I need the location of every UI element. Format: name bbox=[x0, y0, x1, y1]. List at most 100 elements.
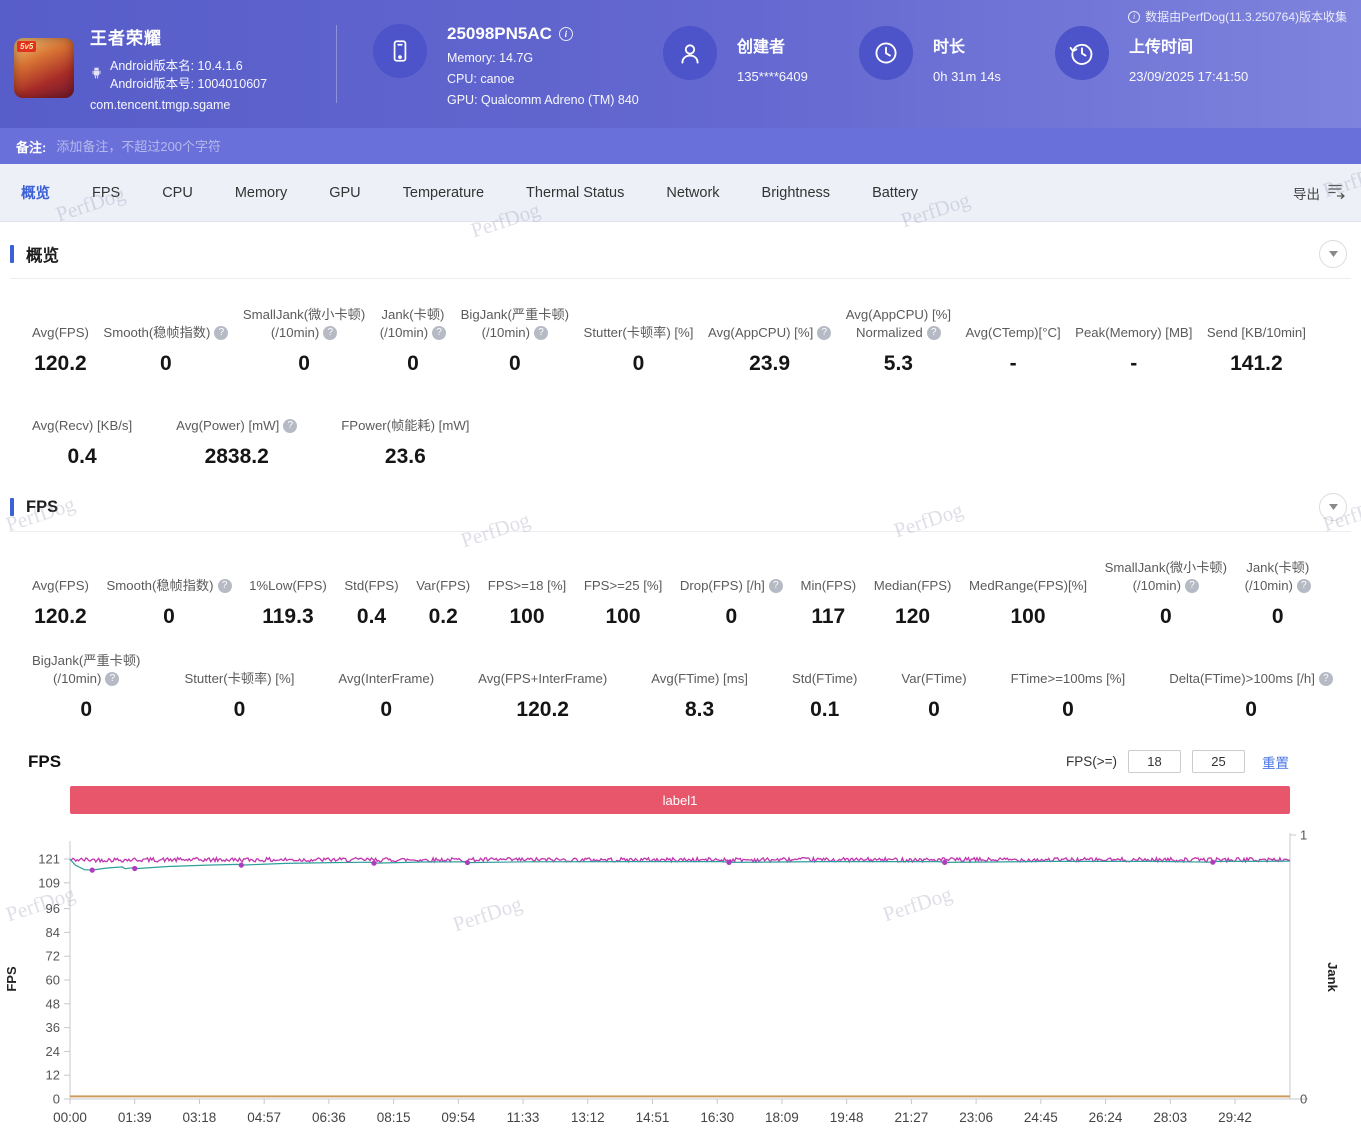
stat-value: 0 bbox=[298, 352, 310, 375]
stat-label: (/10min) bbox=[53, 671, 102, 686]
tab-thermal-status[interactable]: Thermal Status bbox=[505, 185, 645, 201]
fps-stat: Drop(FPS) [/h] 0 bbox=[680, 558, 783, 629]
phone-icon bbox=[373, 24, 427, 78]
fps-section-title: FPS bbox=[26, 497, 59, 516]
fps-threshold-low-input[interactable] bbox=[1128, 750, 1181, 773]
overview-stat: Stutter(卡顿率) [%] 0 bbox=[584, 305, 694, 376]
clock-icon bbox=[859, 26, 913, 80]
overview-stat: Smooth(稳帧指数) 0 bbox=[103, 305, 229, 376]
stat-label: Normalized bbox=[856, 325, 923, 340]
stat-value: 0 bbox=[80, 698, 93, 721]
help-icon[interactable] bbox=[768, 579, 783, 593]
fps-stats-row-2: BigJank(严重卡顿)(/10min)0Stutter(卡顿率) [%]0A… bbox=[0, 651, 1361, 734]
header: 5v5 王者荣耀 Android版本名: 10.4.1.6 Android版本号… bbox=[0, 0, 1361, 128]
fps-stat: FPS>=18 [%] 100 bbox=[488, 558, 566, 629]
svg-text:60: 60 bbox=[46, 972, 60, 987]
fps-chart-title: FPS bbox=[28, 751, 62, 771]
overview-collapse-button[interactable] bbox=[1319, 240, 1347, 268]
duration-label: 时长 bbox=[933, 39, 966, 56]
stat-value: 0 bbox=[725, 605, 738, 628]
tab-gpu[interactable]: GPU bbox=[308, 185, 381, 201]
creator-label: 创建者 bbox=[737, 39, 786, 56]
app-icon: 5v5 bbox=[14, 38, 74, 98]
help-icon[interactable] bbox=[1184, 579, 1199, 593]
fps-stat: Std(FTime) 0.1 bbox=[792, 651, 857, 722]
stat-label: Avg(Recv) [KB/s] bbox=[32, 418, 133, 433]
fps-stat: Avg(FPS+InterFrame) 120.2 bbox=[478, 651, 607, 722]
tab-memory[interactable]: Memory bbox=[214, 185, 308, 201]
help-icon[interactable] bbox=[214, 326, 229, 340]
svg-text:18:09: 18:09 bbox=[765, 1110, 799, 1125]
svg-text:16:30: 16:30 bbox=[700, 1110, 734, 1125]
stat-label: SmallJank(微小卡顿) bbox=[1104, 560, 1227, 575]
reset-link[interactable]: 重置 bbox=[1262, 752, 1289, 772]
svg-text:04:57: 04:57 bbox=[247, 1110, 281, 1125]
creator-block: 创建者 135****6409 bbox=[663, 0, 859, 84]
svg-text:1: 1 bbox=[1300, 828, 1307, 843]
fps-chart[interactable]: 0 12 24 36 48 60 72 84 96 109 121 0 1 00:00 01:39 03:18… bbox=[0, 827, 1361, 1128]
fps-threshold-high-input[interactable] bbox=[1192, 750, 1245, 773]
fps-stat: MedRange(FPS)[%] 100 bbox=[969, 558, 1087, 629]
overview-stat: Peak(Memory) [MB] - bbox=[1075, 305, 1192, 376]
stat-label: Delta(FTime)>100ms [/h] bbox=[1169, 671, 1315, 686]
note-bar: 备注: bbox=[0, 128, 1361, 164]
help-icon[interactable] bbox=[323, 326, 338, 340]
svg-text:0: 0 bbox=[53, 1092, 60, 1107]
fps-stat: FTime>=100ms [%] 0 bbox=[1011, 651, 1126, 722]
stat-value: 0 bbox=[1271, 605, 1284, 628]
overview-stat: Avg(CTemp)[°C] - bbox=[966, 305, 1061, 376]
svg-text:FPS: FPS bbox=[4, 966, 19, 992]
stat-value: 120.2 bbox=[34, 605, 87, 628]
nav-tabs-bar: 概览 FPS CPU Memory GPU Temperature Thermal Stat… bbox=[0, 164, 1361, 222]
help-icon[interactable] bbox=[283, 419, 298, 433]
note-input[interactable] bbox=[56, 138, 1345, 154]
overview-section: 概览 Avg(FPS)120.2Smooth(稳帧指数)0SmallJank(微… bbox=[0, 222, 1361, 481]
fps-stat: Avg(FPS) 120.2 bbox=[32, 558, 89, 629]
stat-value: 0.4 bbox=[356, 605, 387, 628]
tab-fps[interactable]: FPS bbox=[71, 185, 141, 201]
help-icon[interactable] bbox=[817, 326, 832, 340]
export-button[interactable]: 导出 bbox=[1293, 183, 1345, 203]
help-icon[interactable] bbox=[534, 326, 548, 340]
stat-value: 2838.2 bbox=[204, 445, 269, 468]
tab-概览[interactable]: 概览 bbox=[0, 182, 71, 203]
tab-temperature[interactable]: Temperature bbox=[382, 185, 505, 201]
stat-value: 120.2 bbox=[516, 698, 569, 721]
device-name: 25098PN5AC bbox=[447, 24, 552, 43]
stat-label: (/10min) bbox=[379, 325, 429, 340]
help-icon[interactable] bbox=[1296, 579, 1311, 593]
help-icon[interactable] bbox=[217, 579, 232, 593]
duration-block: 时长 0h 31m 14s bbox=[859, 0, 1055, 84]
device-memory: Memory: 14.7G bbox=[447, 51, 534, 65]
tab-battery[interactable]: Battery bbox=[851, 185, 939, 201]
stat-value: 8.3 bbox=[685, 698, 715, 721]
help-icon[interactable] bbox=[926, 326, 941, 340]
stat-label: Stutter(卡顿率) [%] bbox=[583, 325, 694, 340]
app-title: 王者荣耀 bbox=[90, 29, 162, 48]
svg-text:14:51: 14:51 bbox=[636, 1110, 670, 1125]
device-info-icon[interactable] bbox=[558, 27, 573, 41]
collect-info-text: 数据由PerfDog(11.3.250764)版本收集 bbox=[1145, 10, 1347, 24]
help-icon[interactable] bbox=[105, 672, 120, 686]
device-info-block: 25098PN5AC Memory: 14.7G CPU: canoe GPU:… bbox=[337, 0, 663, 107]
svg-text:28:03: 28:03 bbox=[1153, 1110, 1187, 1125]
device-gpu: GPU: Qualcomm Adreno (TM) 840 bbox=[447, 93, 639, 107]
overview-stat: FPower(帧能耗) [mW] 23.6 bbox=[341, 398, 469, 469]
stat-value: 0 bbox=[233, 698, 246, 721]
fps-stat: SmallJank(微小卡顿) (/10min) 0 bbox=[1105, 558, 1227, 629]
stat-value: 0 bbox=[163, 605, 175, 628]
stat-value: 119.3 bbox=[262, 605, 314, 628]
fps-threshold-label: FPS(>=) bbox=[1065, 754, 1117, 769]
stat-label: Avg(Power) [mW] bbox=[176, 418, 280, 433]
tab-cpu[interactable]: CPU bbox=[141, 185, 214, 201]
fps-collapse-button[interactable] bbox=[1319, 493, 1347, 521]
stat-label: (/10min) bbox=[1132, 578, 1181, 593]
svg-text:12: 12 bbox=[46, 1068, 60, 1083]
stat-label: Std(FPS) bbox=[344, 578, 399, 593]
tab-brightness[interactable]: Brightness bbox=[741, 185, 852, 201]
stat-label: Var(FTime) bbox=[901, 671, 967, 686]
tab-network[interactable]: Network bbox=[645, 185, 740, 201]
help-icon[interactable] bbox=[432, 326, 447, 340]
help-icon[interactable] bbox=[1318, 672, 1333, 686]
stat-label: Send [KB/10min] bbox=[1206, 325, 1306, 340]
